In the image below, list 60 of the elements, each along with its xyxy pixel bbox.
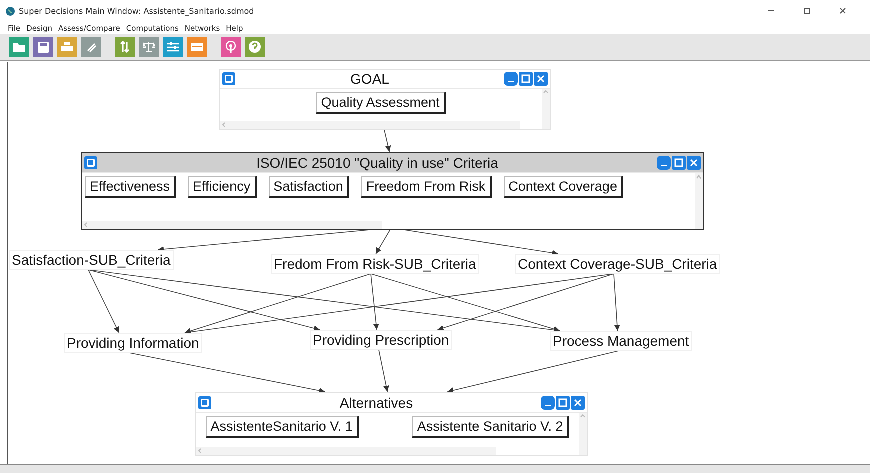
toolbar-button[interactable] <box>115 37 135 57</box>
save-icon <box>38 42 48 52</box>
cluster-title: Alternatives <box>338 394 414 410</box>
close-icon[interactable] <box>534 72 548 86</box>
window-title: Super Decisions Main Window: Assistente_Sanitario.sdmod <box>19 6 256 16</box>
help-icon <box>249 41 261 53</box>
maximize-icon[interactable] <box>802 6 812 16</box>
sliders-icon <box>167 42 179 52</box>
toolbar-button[interactable] <box>33 37 53 57</box>
app-icon <box>6 6 15 16</box>
minimize-icon[interactable] <box>541 396 555 410</box>
node-label[interactable]: Providing Information <box>64 333 202 353</box>
cycle-icon <box>120 41 130 53</box>
node-label[interactable]: Satisfaction-SUB_Criteria <box>9 250 174 270</box>
minimize-icon[interactable] <box>504 72 518 86</box>
node-button[interactable]: Quality Assessment <box>316 92 446 114</box>
scale-icon <box>143 42 155 52</box>
folder-icon <box>13 42 25 52</box>
maximize-icon[interactable] <box>556 396 570 410</box>
connector-arrow <box>384 128 392 152</box>
scrollbar[interactable] <box>196 447 496 455</box>
cluster-title: ISO/IEC 25010 "Quality in use" Criteria <box>256 154 500 170</box>
window-icon[interactable] <box>198 396 212 410</box>
toolbar-button[interactable] <box>163 37 183 57</box>
scrollbar[interactable] <box>542 89 550 129</box>
grid-icon <box>191 43 203 51</box>
node-button[interactable]: Context Coverage <box>504 176 624 198</box>
scrollbar[interactable] <box>82 221 382 229</box>
scrollbar[interactable] <box>695 173 703 229</box>
toolbar-button[interactable] <box>81 37 101 57</box>
toolbar-button[interactable] <box>139 37 159 57</box>
toolbar-button[interactable] <box>9 37 29 57</box>
node-button[interactable]: Efficiency <box>188 176 257 198</box>
toolbar-button[interactable] <box>245 37 265 57</box>
node-button[interactable]: Effectiveness <box>85 176 176 198</box>
maximize-icon[interactable] <box>672 156 686 170</box>
toolbar-button[interactable] <box>57 37 77 57</box>
cluster-title: GOAL <box>350 71 390 87</box>
node-label[interactable]: Context Coverage-SUB_Criteria <box>515 254 720 274</box>
node-button[interactable]: Satisfaction <box>268 176 350 198</box>
node-button[interactable]: Assistente Sanitario V. 2 <box>412 416 570 438</box>
node-label[interactable]: Process Management <box>550 331 692 351</box>
broadcast-icon <box>225 41 237 53</box>
close-icon[interactable] <box>838 6 848 16</box>
node-label[interactable]: Providing Prescription <box>310 330 452 350</box>
minimize-icon[interactable] <box>657 156 671 170</box>
close-icon[interactable] <box>571 396 585 410</box>
toolbar-button[interactable] <box>221 37 241 57</box>
printer-icon <box>61 42 73 52</box>
connector-arrow <box>378 350 390 392</box>
maximize-icon[interactable] <box>519 72 533 86</box>
window-icon[interactable] <box>222 72 236 86</box>
node-button[interactable]: AssistenteSanitario V. 1 <box>206 416 359 438</box>
window-icon[interactable] <box>84 156 98 170</box>
node-button[interactable]: Freedom From Risk <box>361 176 492 198</box>
toolbar-button[interactable] <box>187 37 207 57</box>
node-label[interactable]: Fredom From Risk-SUB_Criteria <box>271 254 480 274</box>
scrollbar[interactable] <box>220 121 520 129</box>
close-icon[interactable] <box>687 156 701 170</box>
scrollbar[interactable] <box>579 413 587 455</box>
